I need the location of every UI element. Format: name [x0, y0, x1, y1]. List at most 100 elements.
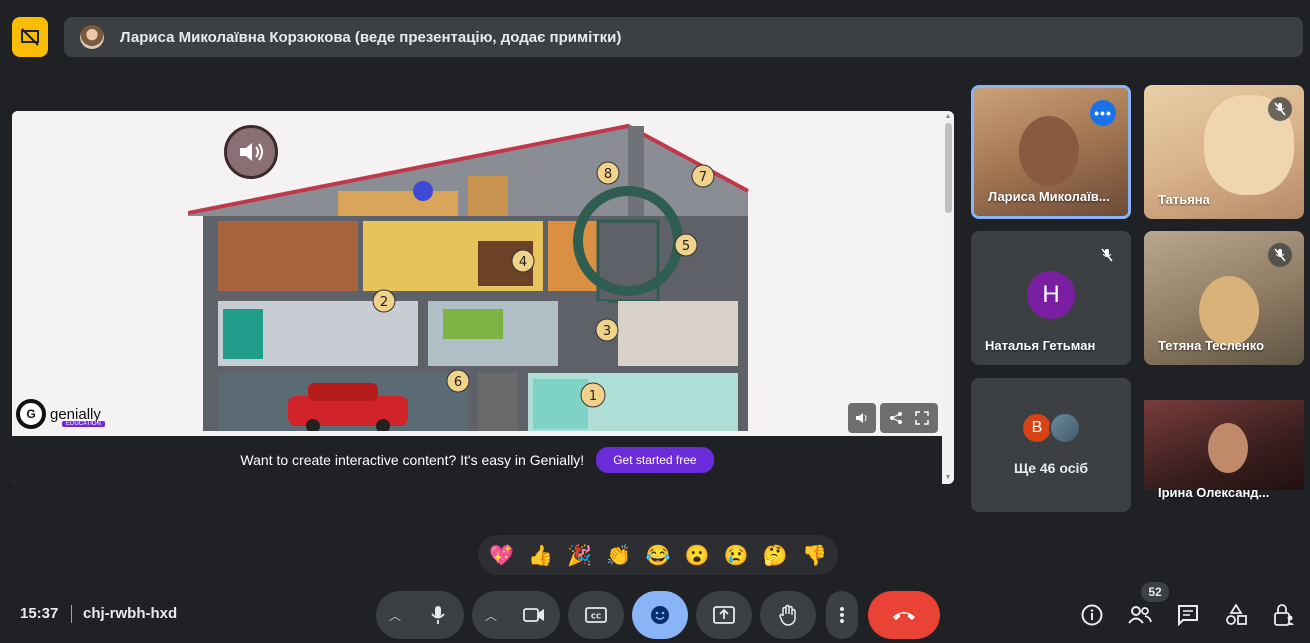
fullscreen-icon	[915, 411, 929, 425]
hotspot-7[interactable]: 7	[691, 164, 715, 188]
reaction-thumbs-down[interactable]: 👎	[798, 539, 830, 571]
hand-icon	[779, 604, 796, 626]
presenter-banner: Лариса Миколаївна Корзюкова (веде презен…	[64, 17, 1303, 57]
participant-tile-larysa[interactable]: ••• Лариса Миколаїв...	[971, 85, 1131, 219]
avatar	[1049, 412, 1081, 444]
participant-name: Наталья Гетьман	[985, 338, 1096, 353]
avatar	[80, 25, 104, 49]
camera-options-chevron-icon[interactable]: ︿	[472, 591, 510, 639]
raise-hand-button[interactable]	[760, 591, 816, 639]
reaction-surprised[interactable]: 😮	[681, 539, 713, 571]
reaction-heart[interactable]: 💖	[486, 539, 518, 571]
svg-text:5: 5	[682, 239, 690, 254]
camera-control: ︿	[472, 591, 560, 639]
muted-indicator	[1268, 97, 1292, 121]
emoji-icon	[651, 606, 669, 624]
scroll-up-icon[interactable]: ▲	[944, 113, 952, 121]
hotspot-5[interactable]: 5	[674, 233, 698, 257]
svg-text:2: 2	[380, 295, 388, 310]
svg-text:8: 8	[604, 167, 612, 182]
svg-text:6: 6	[454, 375, 462, 390]
reaction-sad[interactable]: 😢	[720, 539, 752, 571]
genially-sub: EDUCATION	[62, 421, 105, 427]
genially-logo[interactable]: G genially EDUCATION	[16, 399, 105, 429]
more-options-button[interactable]: •••	[1090, 100, 1116, 126]
more-vert-icon	[840, 607, 844, 623]
participant-name: Лариса Миколаїв...	[988, 189, 1110, 204]
participant-tile-tetyana[interactable]: Тетяна Тесленко	[1144, 231, 1304, 365]
muted-indicator	[1095, 243, 1119, 267]
more-participants-tile[interactable]: В Ще 46 осіб	[971, 378, 1131, 512]
camera-button[interactable]	[510, 591, 558, 639]
more-options-button[interactable]	[826, 591, 858, 639]
emoji-reactions-button[interactable]	[632, 591, 688, 639]
captions-button[interactable]: CC	[568, 591, 624, 639]
hotspot-4[interactable]: 4	[511, 249, 535, 273]
meet-window: Лариса Миколаївна Корзюкова (веде презен…	[0, 0, 1310, 643]
cta-text: Want to create interactive content? It's…	[240, 452, 585, 468]
present-off-icon	[21, 28, 39, 46]
get-started-button[interactable]: Get started free	[596, 447, 714, 473]
presenter-label: Лариса Миколаївна Корзюкова (веде презен…	[120, 28, 622, 46]
person-silhouette	[1208, 423, 1248, 473]
svg-text:7: 7	[699, 170, 707, 185]
mic-options-chevron-icon[interactable]: ︿	[376, 591, 414, 639]
mic-off-icon	[1274, 248, 1286, 262]
person-silhouette	[1199, 276, 1259, 346]
hotspot-3[interactable]: 3	[595, 318, 619, 342]
mic-off-icon	[1274, 102, 1286, 116]
info-icon	[1081, 604, 1103, 626]
hang-up-icon	[893, 612, 915, 620]
mic-icon	[431, 606, 445, 624]
hotspot-2[interactable]: 2	[372, 289, 396, 313]
hotspot-1[interactable]: 1	[580, 382, 606, 408]
slide-scrollbar[interactable]: ▲ ▼	[942, 111, 954, 484]
bell-icon[interactable]	[413, 181, 433, 201]
hotspot-6[interactable]: 6	[446, 369, 470, 393]
genially-slide: 8 7 5 4 2 3 6 1 G genially EDUCATION	[12, 111, 942, 436]
share-icon	[890, 412, 902, 424]
activities-button[interactable]	[1218, 597, 1254, 633]
participant-name: Ірина Олександ...	[1158, 485, 1270, 500]
participant-tile-natalya[interactable]: Н Наталья Гетьман	[971, 231, 1131, 365]
participant-tile-tatyana[interactable]: Татьяна	[1144, 85, 1304, 219]
reaction-party[interactable]: 🎉	[564, 539, 596, 571]
present-now-button[interactable]	[696, 591, 752, 639]
speaker-icon	[240, 143, 263, 161]
scroll-thumb[interactable]	[945, 123, 952, 213]
participant-name: Татьяна	[1158, 192, 1210, 207]
reaction-clap[interactable]: 👏	[603, 539, 635, 571]
genially-mark-icon: G	[16, 399, 46, 429]
svg-text:1: 1	[589, 389, 597, 404]
mic-off-icon	[1101, 248, 1113, 262]
shared-screen[interactable]: 8 7 5 4 2 3 6 1 G genially EDUCATION Wan…	[12, 111, 954, 484]
presentation-icon[interactable]	[12, 17, 48, 57]
svg-text:3: 3	[603, 324, 611, 339]
slide-sound-button[interactable]	[848, 403, 876, 433]
people-button[interactable]	[1122, 597, 1158, 633]
meeting-time: 15:37	[20, 605, 59, 622]
mic-button[interactable]	[414, 591, 462, 639]
chat-button[interactable]	[1170, 597, 1206, 633]
reaction-thumbs-up[interactable]: 👍	[525, 539, 557, 571]
hotspot-8[interactable]: 8	[596, 161, 620, 185]
participant-tile-iryna[interactable]: Ірина Олександ...	[1144, 378, 1304, 512]
reaction-laugh[interactable]: 😂	[642, 539, 674, 571]
audio-button[interactable]	[224, 125, 278, 179]
mic-control: ︿	[376, 591, 464, 639]
chat-icon	[1178, 605, 1198, 626]
scroll-down-icon[interactable]: ▼	[944, 474, 952, 482]
leave-call-button[interactable]	[868, 591, 940, 639]
divider	[71, 605, 72, 623]
reactions-bar: 💖 👍 🎉 👏 😂 😮 😢 🤔 👎	[478, 535, 838, 575]
reaction-thinking[interactable]: 🤔	[759, 539, 791, 571]
more-participants-label: Ще 46 осіб	[1013, 460, 1089, 476]
genially-brand: genially	[50, 405, 101, 423]
lock-person-icon	[1274, 604, 1294, 626]
meeting-details-button[interactable]	[1074, 597, 1110, 633]
slide-share-fullscreen[interactable]	[880, 403, 938, 433]
host-controls-button[interactable]	[1266, 597, 1302, 633]
present-screen-icon	[713, 606, 735, 624]
captions-icon: CC	[585, 607, 607, 623]
people-icon	[1128, 606, 1152, 624]
